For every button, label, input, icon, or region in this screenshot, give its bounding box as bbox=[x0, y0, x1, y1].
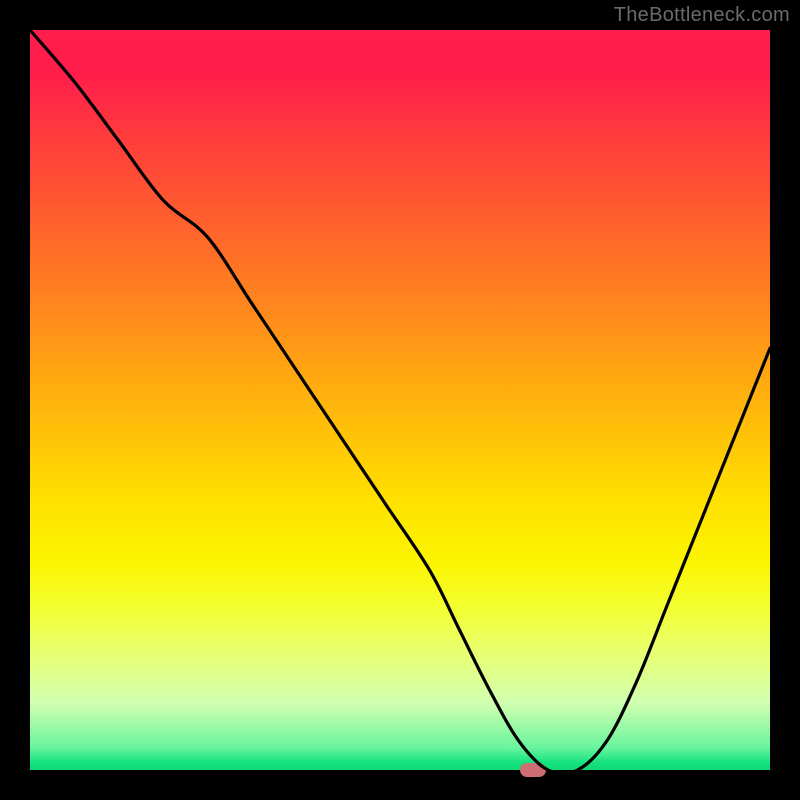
plot-area bbox=[30, 30, 770, 770]
bottleneck-curve-path bbox=[30, 30, 770, 774]
chart-frame: TheBottleneck.com bbox=[0, 0, 800, 800]
bottleneck-curve-svg bbox=[30, 30, 770, 770]
watermark-text: TheBottleneck.com bbox=[614, 4, 790, 27]
